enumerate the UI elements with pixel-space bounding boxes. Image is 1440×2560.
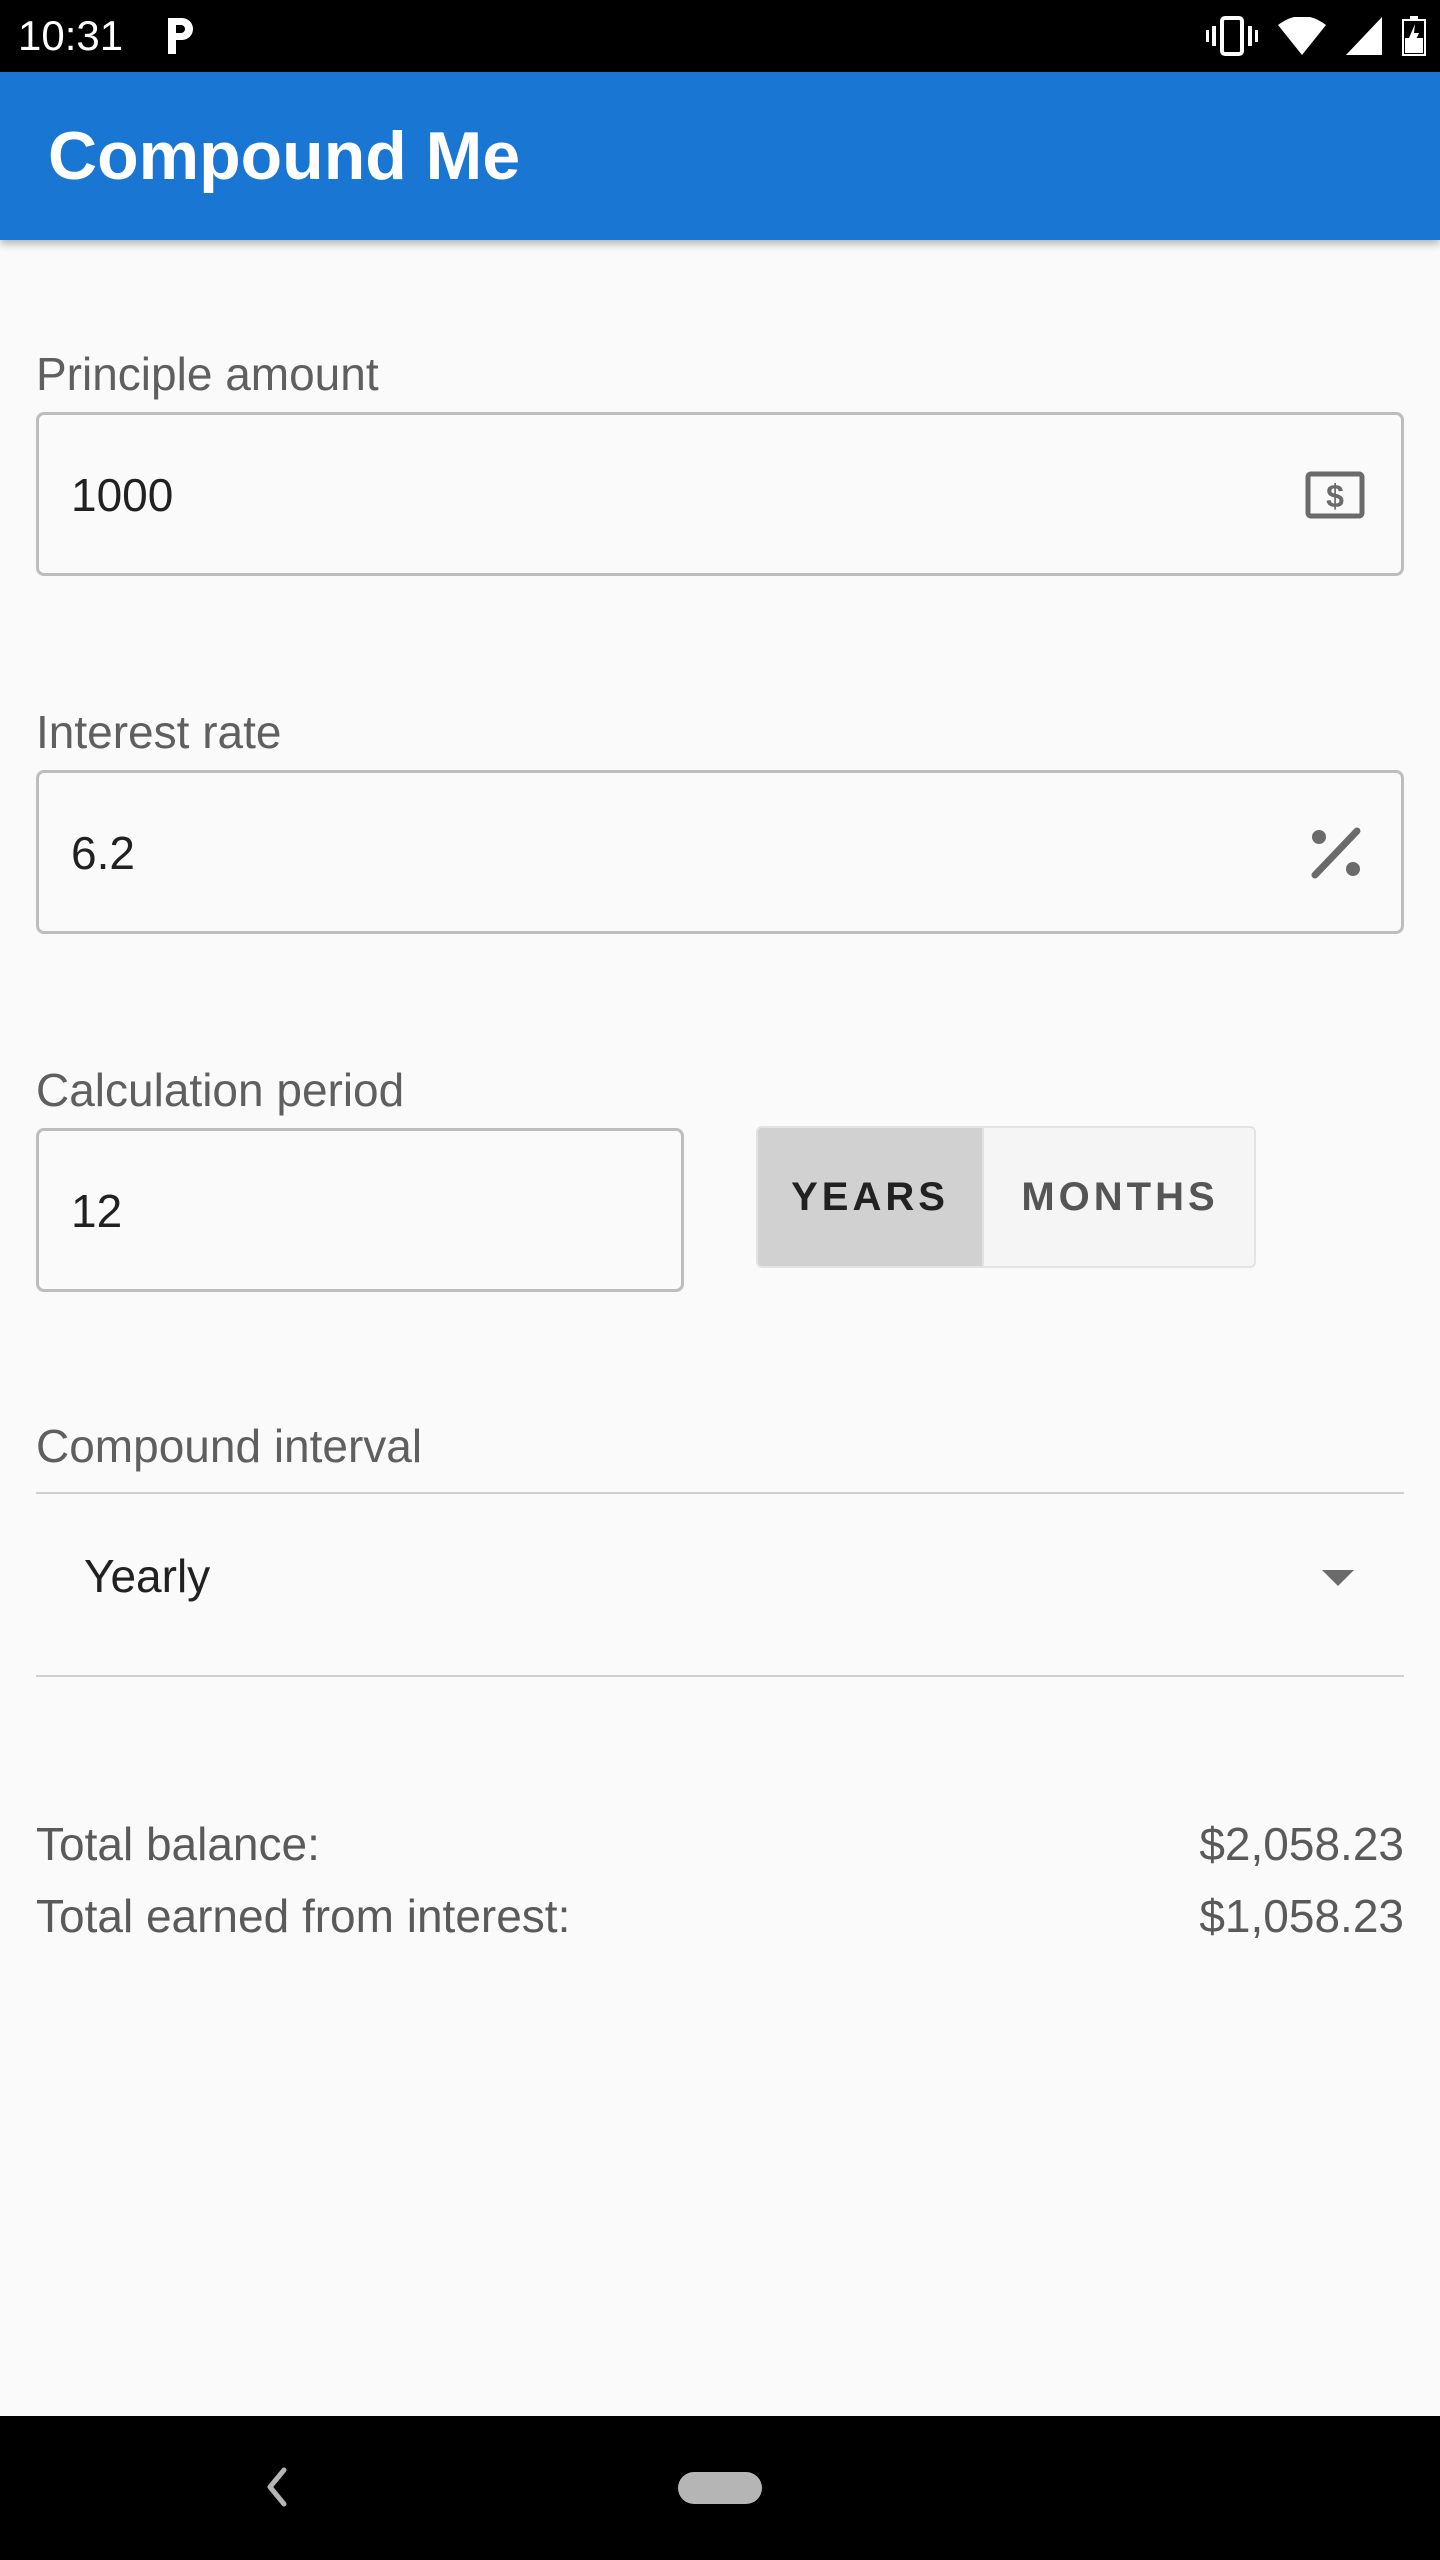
compound-interval-label: Compound interval [36,1420,423,1472]
years-toggle-button[interactable]: YEARS [758,1128,982,1266]
period-value[interactable]: 12 [71,1181,122,1241]
interest-rate-label: Interest rate [36,706,282,758]
interest-rate-value[interactable]: 6.2 [71,823,135,883]
vibrate-icon [1206,16,1258,56]
interest-earned-value: $1,058.23 [1199,1890,1404,1942]
navigation-bar [0,2416,1440,2560]
back-icon[interactable] [262,2462,292,2512]
period-unit-toggle: YEARS MONTHS [756,1126,1256,1268]
dropdown-arrow-icon[interactable] [1322,1568,1354,1588]
interest-earned-label: Total earned from interest: [36,1890,571,1942]
months-toggle-button[interactable]: MONTHS [982,1128,1254,1266]
interest-earned-row: Total earned from interest: $1,058.23 [36,1884,1404,1948]
battery-icon [1402,16,1426,56]
divider [36,1675,1404,1677]
principal-input[interactable]: 1000 $ [36,412,1404,576]
principal-value[interactable]: 1000 [71,465,173,525]
money-icon: $ [1305,471,1365,519]
wifi-icon [1278,17,1326,55]
total-balance-label: Total balance: [36,1818,320,1870]
compound-interval-value[interactable]: Yearly [84,1546,210,1606]
principal-label: Principle amount [36,348,379,400]
svg-text:$: $ [1326,478,1344,514]
app-title: Compound Me [48,118,521,194]
compound-interval-dropdown[interactable]: Yearly [36,1494,1404,1674]
period-input[interactable]: 12 [36,1128,684,1292]
period-label: Calculation period [36,1064,405,1116]
total-balance-value: $2,058.23 [1199,1818,1404,1870]
status-bar: 10:31 [0,0,1440,72]
status-time: 10:31 [18,12,124,59]
interest-rate-input[interactable]: 6.2 [36,770,1404,934]
parking-icon [168,18,193,54]
signal-icon [1346,17,1382,55]
home-pill-button[interactable] [678,2472,762,2504]
percent-icon [1311,827,1361,879]
app-bar: Compound Me [0,72,1440,240]
total-balance-row: Total balance: $2,058.23 [36,1812,1404,1876]
